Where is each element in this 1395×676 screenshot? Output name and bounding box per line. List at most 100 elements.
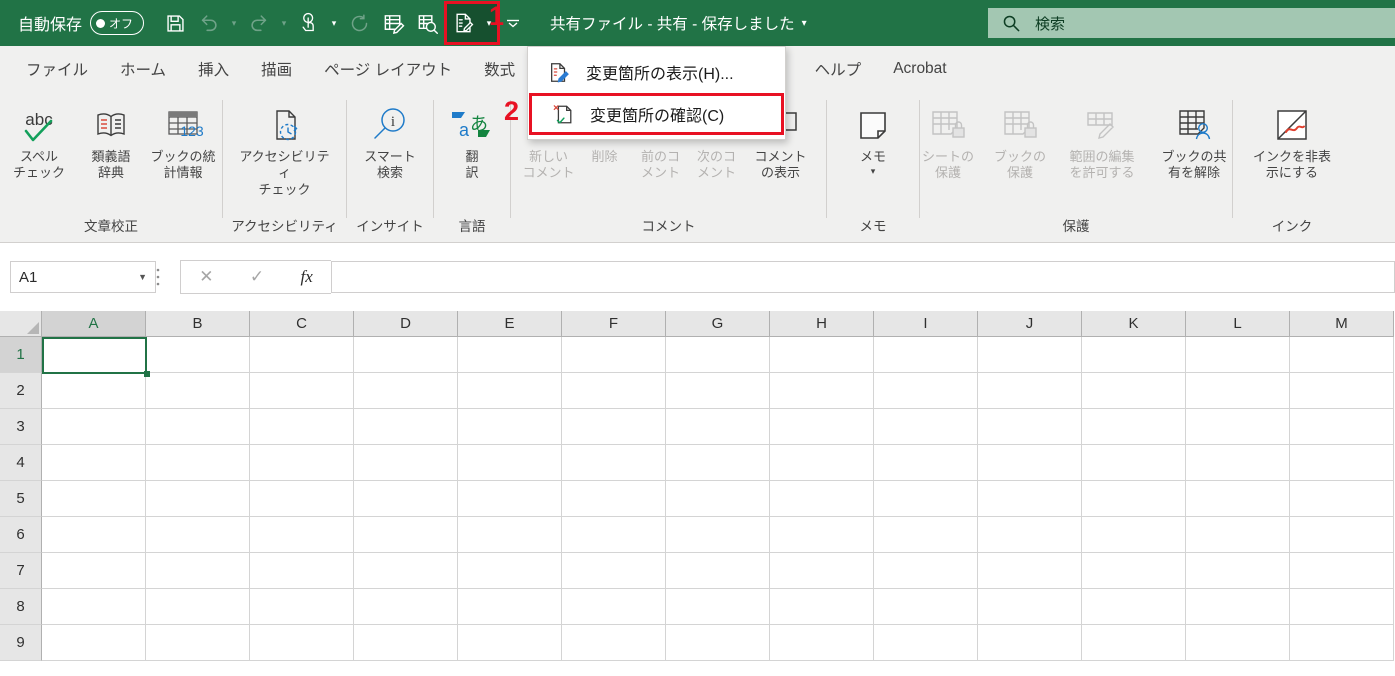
workbook-stats-button[interactable]: 123 ブックの統 計情報	[147, 96, 219, 182]
tab-acrobat[interactable]: Acrobat	[877, 46, 962, 92]
cell-E1[interactable]	[458, 337, 562, 373]
confirm-icon[interactable]: ✓	[250, 267, 264, 287]
cell-D3[interactable]	[354, 409, 458, 445]
cell-B7[interactable]	[146, 553, 250, 589]
cell-D7[interactable]	[354, 553, 458, 589]
cell-K7[interactable]	[1082, 553, 1186, 589]
hide-ink-button[interactable]: インクを非表 示にする	[1246, 96, 1338, 182]
allow-edit-ranges-button[interactable]: 範囲の編集 を許可する	[1056, 96, 1148, 182]
cell-C4[interactable]	[250, 445, 354, 481]
cell-J9[interactable]	[978, 625, 1082, 661]
cell-L3[interactable]	[1186, 409, 1290, 445]
column-header-K[interactable]: K	[1082, 311, 1186, 337]
save-button[interactable]	[158, 3, 192, 43]
accept-reject-changes-button[interactable]	[447, 4, 481, 42]
tab-home[interactable]: ホーム	[104, 46, 182, 92]
cell-M1[interactable]	[1290, 337, 1394, 373]
cell-K6[interactable]	[1082, 517, 1186, 553]
name-box[interactable]: A1 ▼	[10, 261, 156, 293]
chevron-down-icon[interactable]: ▾	[802, 18, 807, 29]
column-header-C[interactable]: C	[250, 311, 354, 337]
cell-F9[interactable]	[562, 625, 666, 661]
cell-A8[interactable]	[42, 589, 146, 625]
active-cell-selection[interactable]	[42, 337, 147, 374]
cell-B9[interactable]	[146, 625, 250, 661]
cell-L6[interactable]	[1186, 517, 1290, 553]
formula-bar-options-button[interactable]	[156, 266, 180, 288]
cell-C3[interactable]	[250, 409, 354, 445]
cell-J4[interactable]	[978, 445, 1082, 481]
chevron-down-icon[interactable]: ▼	[138, 272, 147, 282]
cell-H6[interactable]	[770, 517, 874, 553]
row-header-6[interactable]: 6	[0, 517, 42, 553]
cell-H5[interactable]	[770, 481, 874, 517]
cell-A5[interactable]	[42, 481, 146, 517]
cell-H4[interactable]	[770, 445, 874, 481]
cell-H1[interactable]	[770, 337, 874, 373]
cell-C5[interactable]	[250, 481, 354, 517]
cell-J3[interactable]	[978, 409, 1082, 445]
column-header-M[interactable]: M	[1290, 311, 1394, 337]
cell-G9[interactable]	[666, 625, 770, 661]
cell-G2[interactable]	[666, 373, 770, 409]
cell-E9[interactable]	[458, 625, 562, 661]
cell-J5[interactable]	[978, 481, 1082, 517]
cell-C7[interactable]	[250, 553, 354, 589]
cell-J8[interactable]	[978, 589, 1082, 625]
cell-I6[interactable]	[874, 517, 978, 553]
tab-formulas[interactable]: 数式	[468, 46, 531, 92]
cell-M3[interactable]	[1290, 409, 1394, 445]
row-header-3[interactable]: 3	[0, 409, 42, 445]
cell-F1[interactable]	[562, 337, 666, 373]
accessibility-check-button[interactable]: アクセシビリティ チェック	[239, 96, 331, 198]
cell-J7[interactable]	[978, 553, 1082, 589]
cell-I7[interactable]	[874, 553, 978, 589]
row-header-4[interactable]: 4	[0, 445, 42, 481]
redo-button[interactable]	[242, 3, 276, 43]
tab-draw[interactable]: 描画	[245, 46, 308, 92]
cell-L5[interactable]	[1186, 481, 1290, 517]
touch-mode-dropdown[interactable]: ▾	[326, 3, 342, 43]
cell-F7[interactable]	[562, 553, 666, 589]
cell-I1[interactable]	[874, 337, 978, 373]
cell-A7[interactable]	[42, 553, 146, 589]
cell-M9[interactable]	[1290, 625, 1394, 661]
undo-button[interactable]	[192, 3, 226, 43]
cell-J2[interactable]	[978, 373, 1082, 409]
cell-M7[interactable]	[1290, 553, 1394, 589]
fill-handle[interactable]	[144, 371, 150, 377]
cell-B3[interactable]	[146, 409, 250, 445]
column-header-E[interactable]: E	[458, 311, 562, 337]
cell-E5[interactable]	[458, 481, 562, 517]
cell-E8[interactable]	[458, 589, 562, 625]
cell-E6[interactable]	[458, 517, 562, 553]
cell-A2[interactable]	[42, 373, 146, 409]
cell-F6[interactable]	[562, 517, 666, 553]
cell-G8[interactable]	[666, 589, 770, 625]
protect-sheet-button[interactable]: シートの 保護	[912, 96, 984, 182]
cell-M2[interactable]	[1290, 373, 1394, 409]
cell-H9[interactable]	[770, 625, 874, 661]
cell-K5[interactable]	[1082, 481, 1186, 517]
row-header-1[interactable]: 1	[0, 337, 42, 373]
select-all-button[interactable]	[0, 311, 42, 337]
cell-M8[interactable]	[1290, 589, 1394, 625]
cell-D4[interactable]	[354, 445, 458, 481]
cell-L1[interactable]	[1186, 337, 1290, 373]
cell-G4[interactable]	[666, 445, 770, 481]
autosave-control[interactable]: 自動保存 オフ	[18, 11, 145, 35]
column-header-D[interactable]: D	[354, 311, 458, 337]
protect-workbook-button[interactable]: ブックの 保護	[984, 96, 1056, 182]
cell-K8[interactable]	[1082, 589, 1186, 625]
cell-B2[interactable]	[146, 373, 250, 409]
cell-H7[interactable]	[770, 553, 874, 589]
cell-B8[interactable]	[146, 589, 250, 625]
cell-E3[interactable]	[458, 409, 562, 445]
cell-G3[interactable]	[666, 409, 770, 445]
cell-D5[interactable]	[354, 481, 458, 517]
cell-B5[interactable]	[146, 481, 250, 517]
tab-file[interactable]: ファイル	[10, 46, 104, 92]
cell-L7[interactable]	[1186, 553, 1290, 589]
cell-A9[interactable]	[42, 625, 146, 661]
cell-L4[interactable]	[1186, 445, 1290, 481]
